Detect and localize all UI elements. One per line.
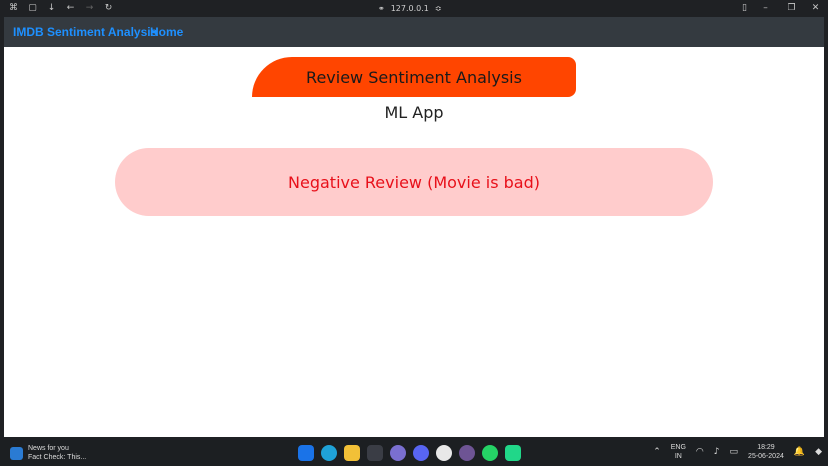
browser-icon[interactable]: [367, 445, 383, 461]
url-text: 127.0.0.1: [390, 4, 429, 13]
chevron-up-icon[interactable]: ⌃: [653, 447, 661, 457]
clock[interactable]: 18:29 25-06-2024: [748, 443, 784, 461]
clock-date: 25-06-2024: [748, 453, 784, 460]
taskbar: News for you Fact Check: This... ⌃ ENG I…: [0, 440, 828, 466]
clock-time: 18:29: [757, 444, 775, 451]
notification-icon[interactable]: 🔔: [794, 447, 805, 457]
nav-home-link[interactable]: Home: [150, 25, 183, 39]
nav-brand-link[interactable]: IMDB Sentiment Analysis: [13, 25, 157, 39]
split-view-icon[interactable]: ▯: [739, 3, 750, 14]
refresh-icon[interactable]: ↻: [103, 3, 114, 14]
app-icon[interactable]: [390, 445, 406, 461]
system-tray: ⌃ ENG IN ◠ ♪ ▭ 18:29 25-06-2024 🔔 ◆: [653, 443, 822, 461]
whatsapp-icon[interactable]: [482, 445, 498, 461]
slack-icon[interactable]: [436, 445, 452, 461]
news-icon: [10, 446, 23, 460]
edge-icon[interactable]: [321, 445, 337, 461]
discord-icon[interactable]: [413, 445, 429, 461]
maximize-icon[interactable]: ❐: [786, 3, 797, 14]
volume-icon[interactable]: ♪: [714, 447, 720, 457]
region-label: IN: [674, 453, 682, 460]
battery-icon[interactable]: ▭: [730, 447, 739, 457]
downloads-icon[interactable]: ↓: [46, 3, 57, 14]
address-bar[interactable]: ⚭ 127.0.0.1 ≎: [378, 2, 442, 15]
title-banner: Review Sentiment Analysis: [252, 57, 576, 97]
back-icon[interactable]: ←: [65, 3, 76, 14]
news-title: News for you: [28, 445, 69, 452]
github-icon[interactable]: [459, 445, 475, 461]
taskbar-apps: [298, 445, 521, 461]
result-text: Negative Review (Movie is bad): [288, 172, 540, 192]
language-indicator[interactable]: ENG IN: [671, 443, 686, 461]
result-box: Negative Review (Movie is bad): [115, 148, 713, 216]
link-icon: ⚭: [378, 4, 385, 13]
lang-label: ENG: [670, 444, 686, 451]
news-widget[interactable]: News for you Fact Check: This...: [10, 444, 86, 462]
page-viewport: IMDB Sentiment Analysis Home Review Sent…: [4, 17, 824, 437]
page-subtitle: ML App: [384, 103, 444, 122]
browser-toolbar: ⌘ ▢ ↓ ← → ↻ ⚭ 127.0.0.1 ≎ ▯ – ❐ ✕: [0, 0, 828, 17]
navbar: IMDB Sentiment Analysis Home: [4, 17, 824, 47]
close-icon[interactable]: ✕: [810, 3, 821, 14]
forward-icon[interactable]: →: [84, 3, 95, 14]
workspaces-icon[interactable]: ⌘: [8, 3, 19, 14]
minimize-icon[interactable]: –: [760, 3, 771, 14]
news-subtitle: Fact Check: This...: [28, 454, 87, 461]
wifi-icon[interactable]: ◠: [696, 447, 704, 457]
file-explorer-icon[interactable]: [344, 445, 360, 461]
copilot-icon[interactable]: ◆: [815, 447, 822, 457]
page-title: Review Sentiment Analysis: [306, 67, 522, 87]
tune-icon[interactable]: ≎: [435, 2, 442, 15]
start-icon[interactable]: [298, 445, 314, 461]
sidebar-icon[interactable]: ▢: [27, 3, 38, 14]
pycharm-icon[interactable]: [505, 445, 521, 461]
